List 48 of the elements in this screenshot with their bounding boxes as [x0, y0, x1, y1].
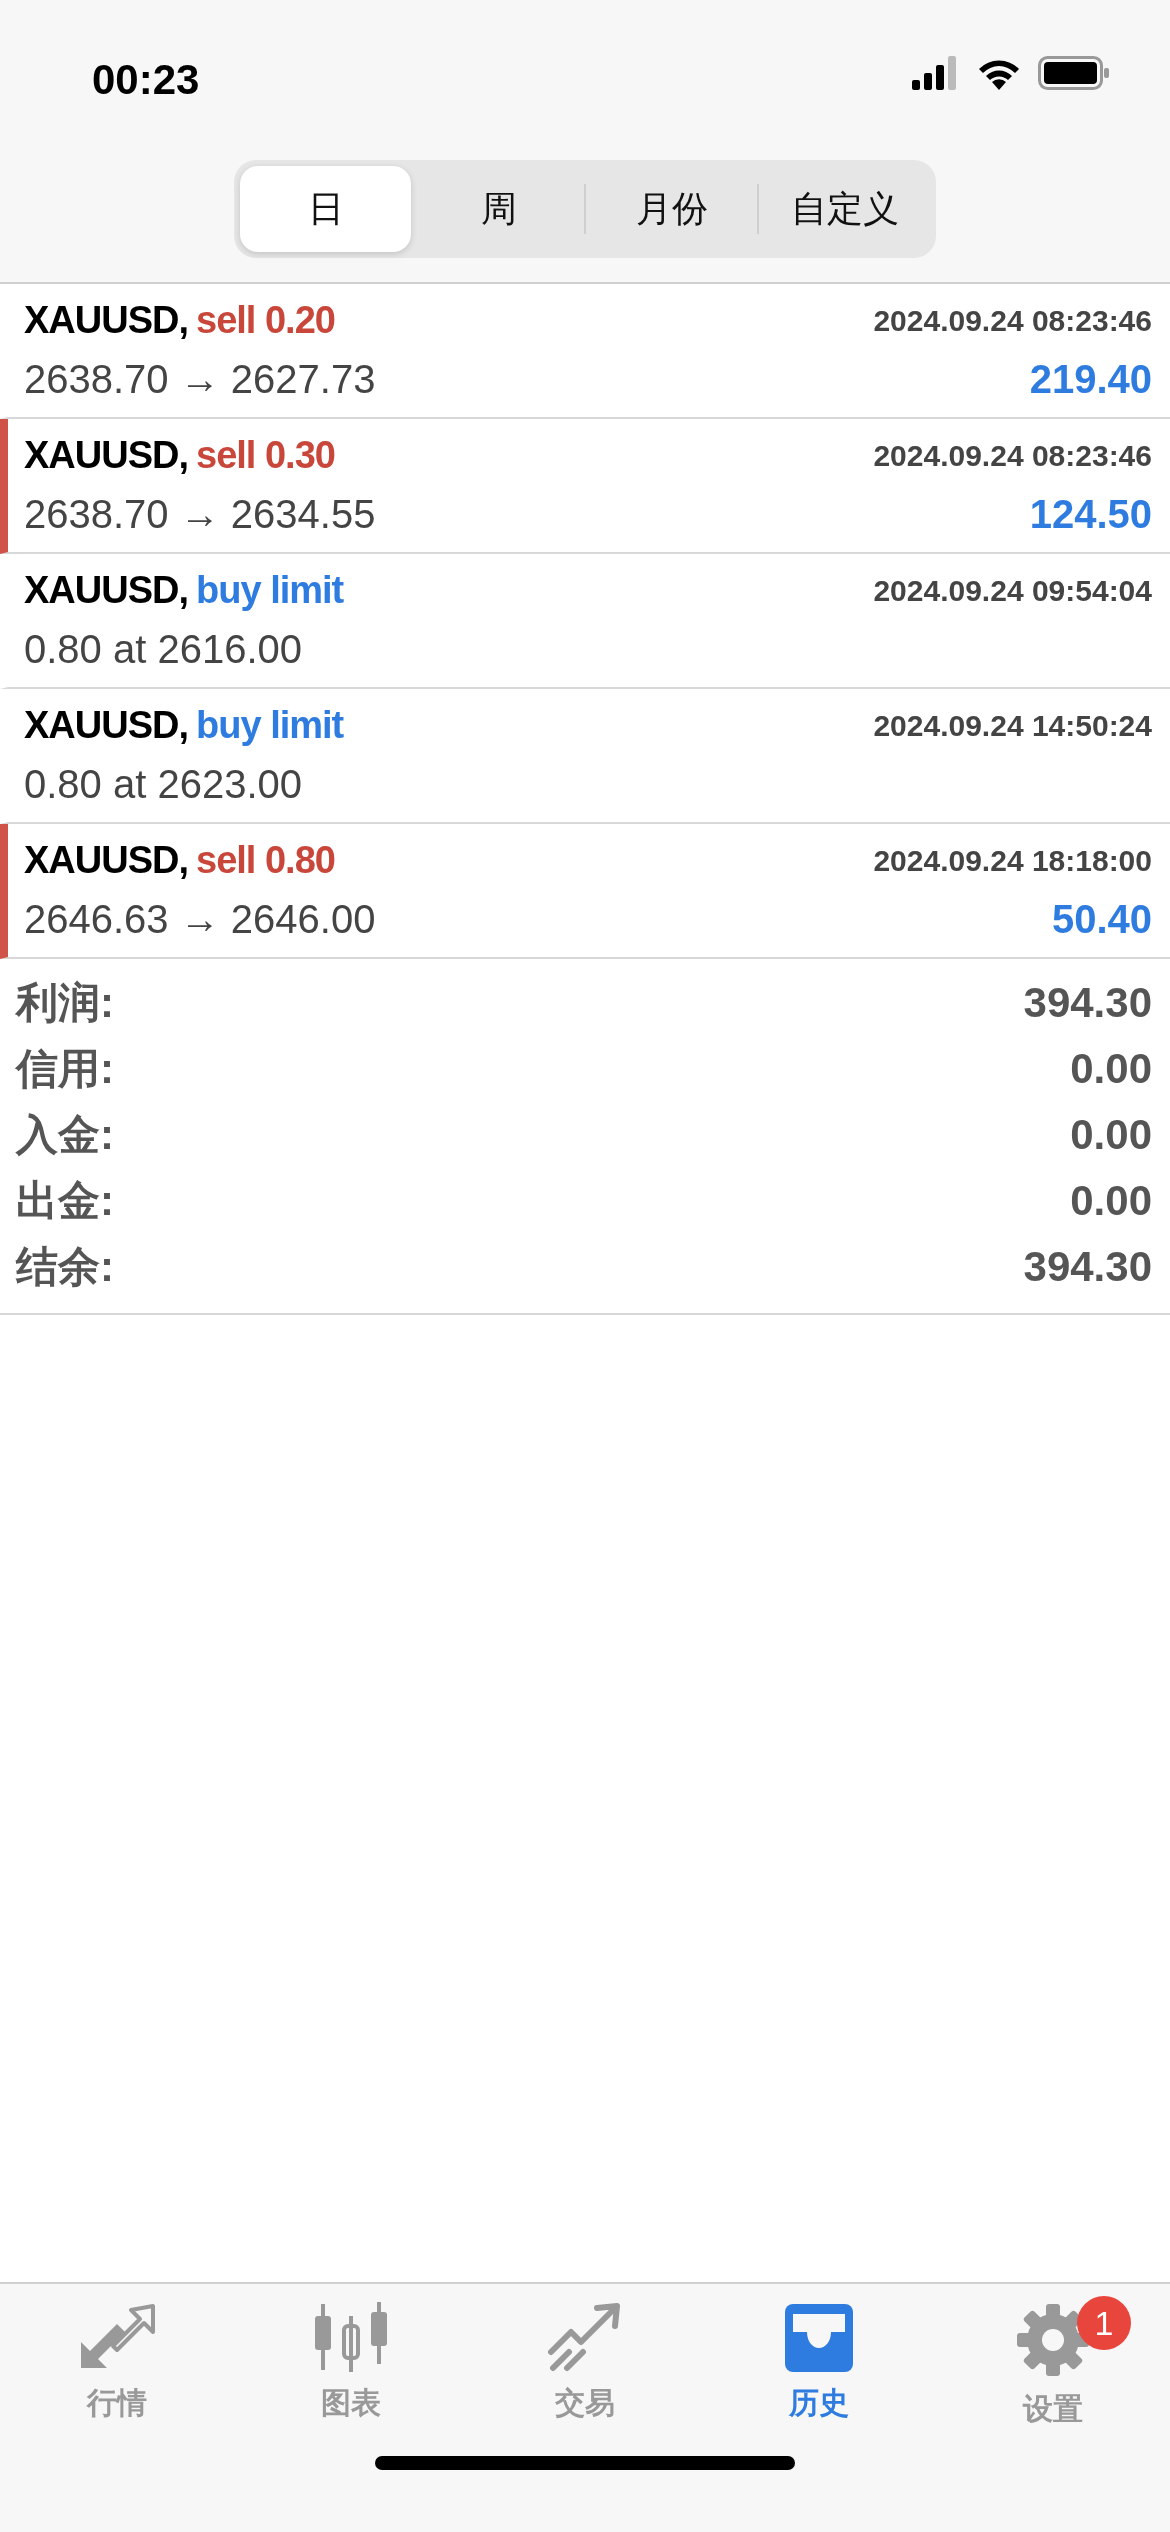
symbol-text: XAUUSD, [24, 703, 189, 748]
notification-badge: 1 [1077, 2296, 1131, 2350]
profit-value: 219.40 [1029, 356, 1152, 403]
price-detail: 0.80 at 2616.00 [24, 626, 303, 673]
status-time: 00:23 [92, 55, 200, 105]
order-row[interactable]: XAUUSD, sell 0.30 2024.09.24 08:23:46 2638.70 → 2634.55 124.50 [0, 419, 1170, 554]
period-tab[interactable]: 日 [240, 166, 411, 252]
profit-value: 124.50 [1029, 491, 1152, 538]
order-type: buy limit [196, 568, 344, 613]
summary-label: 结余: [16, 1241, 114, 1292]
gear-icon [1015, 2302, 1091, 2378]
summary-label: 信用: [16, 1043, 114, 1094]
period-tab[interactable]: 自定义 [759, 166, 930, 252]
symbol-text: XAUUSD, [24, 568, 189, 613]
summary-label: 利润: [16, 977, 114, 1028]
tab-bar-item[interactable]: 历史 [702, 2284, 936, 2432]
period-tab[interactable]: 周 [413, 166, 584, 252]
summary-value: 0.00 [1070, 1175, 1152, 1226]
order-time: 2024.09.24 18:18:00 [873, 843, 1152, 879]
order-row[interactable]: XAUUSD, buy limit 2024.09.24 09:54:04 0.80 at 2616.00 [0, 554, 1170, 689]
summary-value: 394.30 [1023, 1241, 1152, 1292]
order-type: sell 0.80 [196, 838, 335, 883]
order-row[interactable]: XAUUSD, sell 0.80 2024.09.24 18:18:00 2646.63 → 2646.00 50.40 [0, 824, 1170, 959]
price-detail: 2638.70 → 2634.55 [24, 491, 376, 538]
order-row[interactable]: XAUUSD, sell 0.20 2024.09.24 08:23:46 2638.70 → 2627.73 219.40 [0, 284, 1170, 419]
symbol-text: XAUUSD, [24, 433, 189, 478]
symbol-text: XAUUSD, [24, 298, 189, 343]
summary-value: 0.00 [1070, 1043, 1152, 1094]
order-time: 2024.09.24 08:23:46 [873, 303, 1152, 339]
price-detail: 2646.63 → 2646.00 [24, 896, 376, 943]
profit-value: 50.40 [1051, 896, 1152, 943]
order-time: 2024.09.24 09:54:04 [873, 573, 1152, 609]
order-type: buy limit [196, 703, 344, 748]
price-detail: 0.80 at 2623.00 [24, 761, 303, 808]
order-time: 2024.09.24 14:50:24 [873, 708, 1152, 744]
summary-value: 394.30 [1023, 977, 1152, 1028]
order-time: 2024.09.24 08:23:46 [873, 438, 1152, 474]
symbol-text: XAUUSD, [24, 838, 189, 883]
tab-bar-item[interactable]: 1 设置 [936, 2284, 1170, 2432]
price-detail: 2638.70 → 2627.73 [24, 356, 376, 403]
order-type: sell 0.30 [196, 433, 335, 478]
period-tab[interactable]: 月份 [586, 166, 757, 252]
summary-label: 出金: [16, 1175, 114, 1226]
order-type: sell 0.20 [196, 298, 335, 343]
order-row[interactable]: XAUUSD, buy limit 2024.09.24 14:50:24 0.80 at 2623.00 [0, 689, 1170, 824]
summary-label: 入金: [16, 1109, 114, 1160]
battery-icon [1038, 56, 1110, 90]
summary-value: 0.00 [1070, 1109, 1152, 1160]
